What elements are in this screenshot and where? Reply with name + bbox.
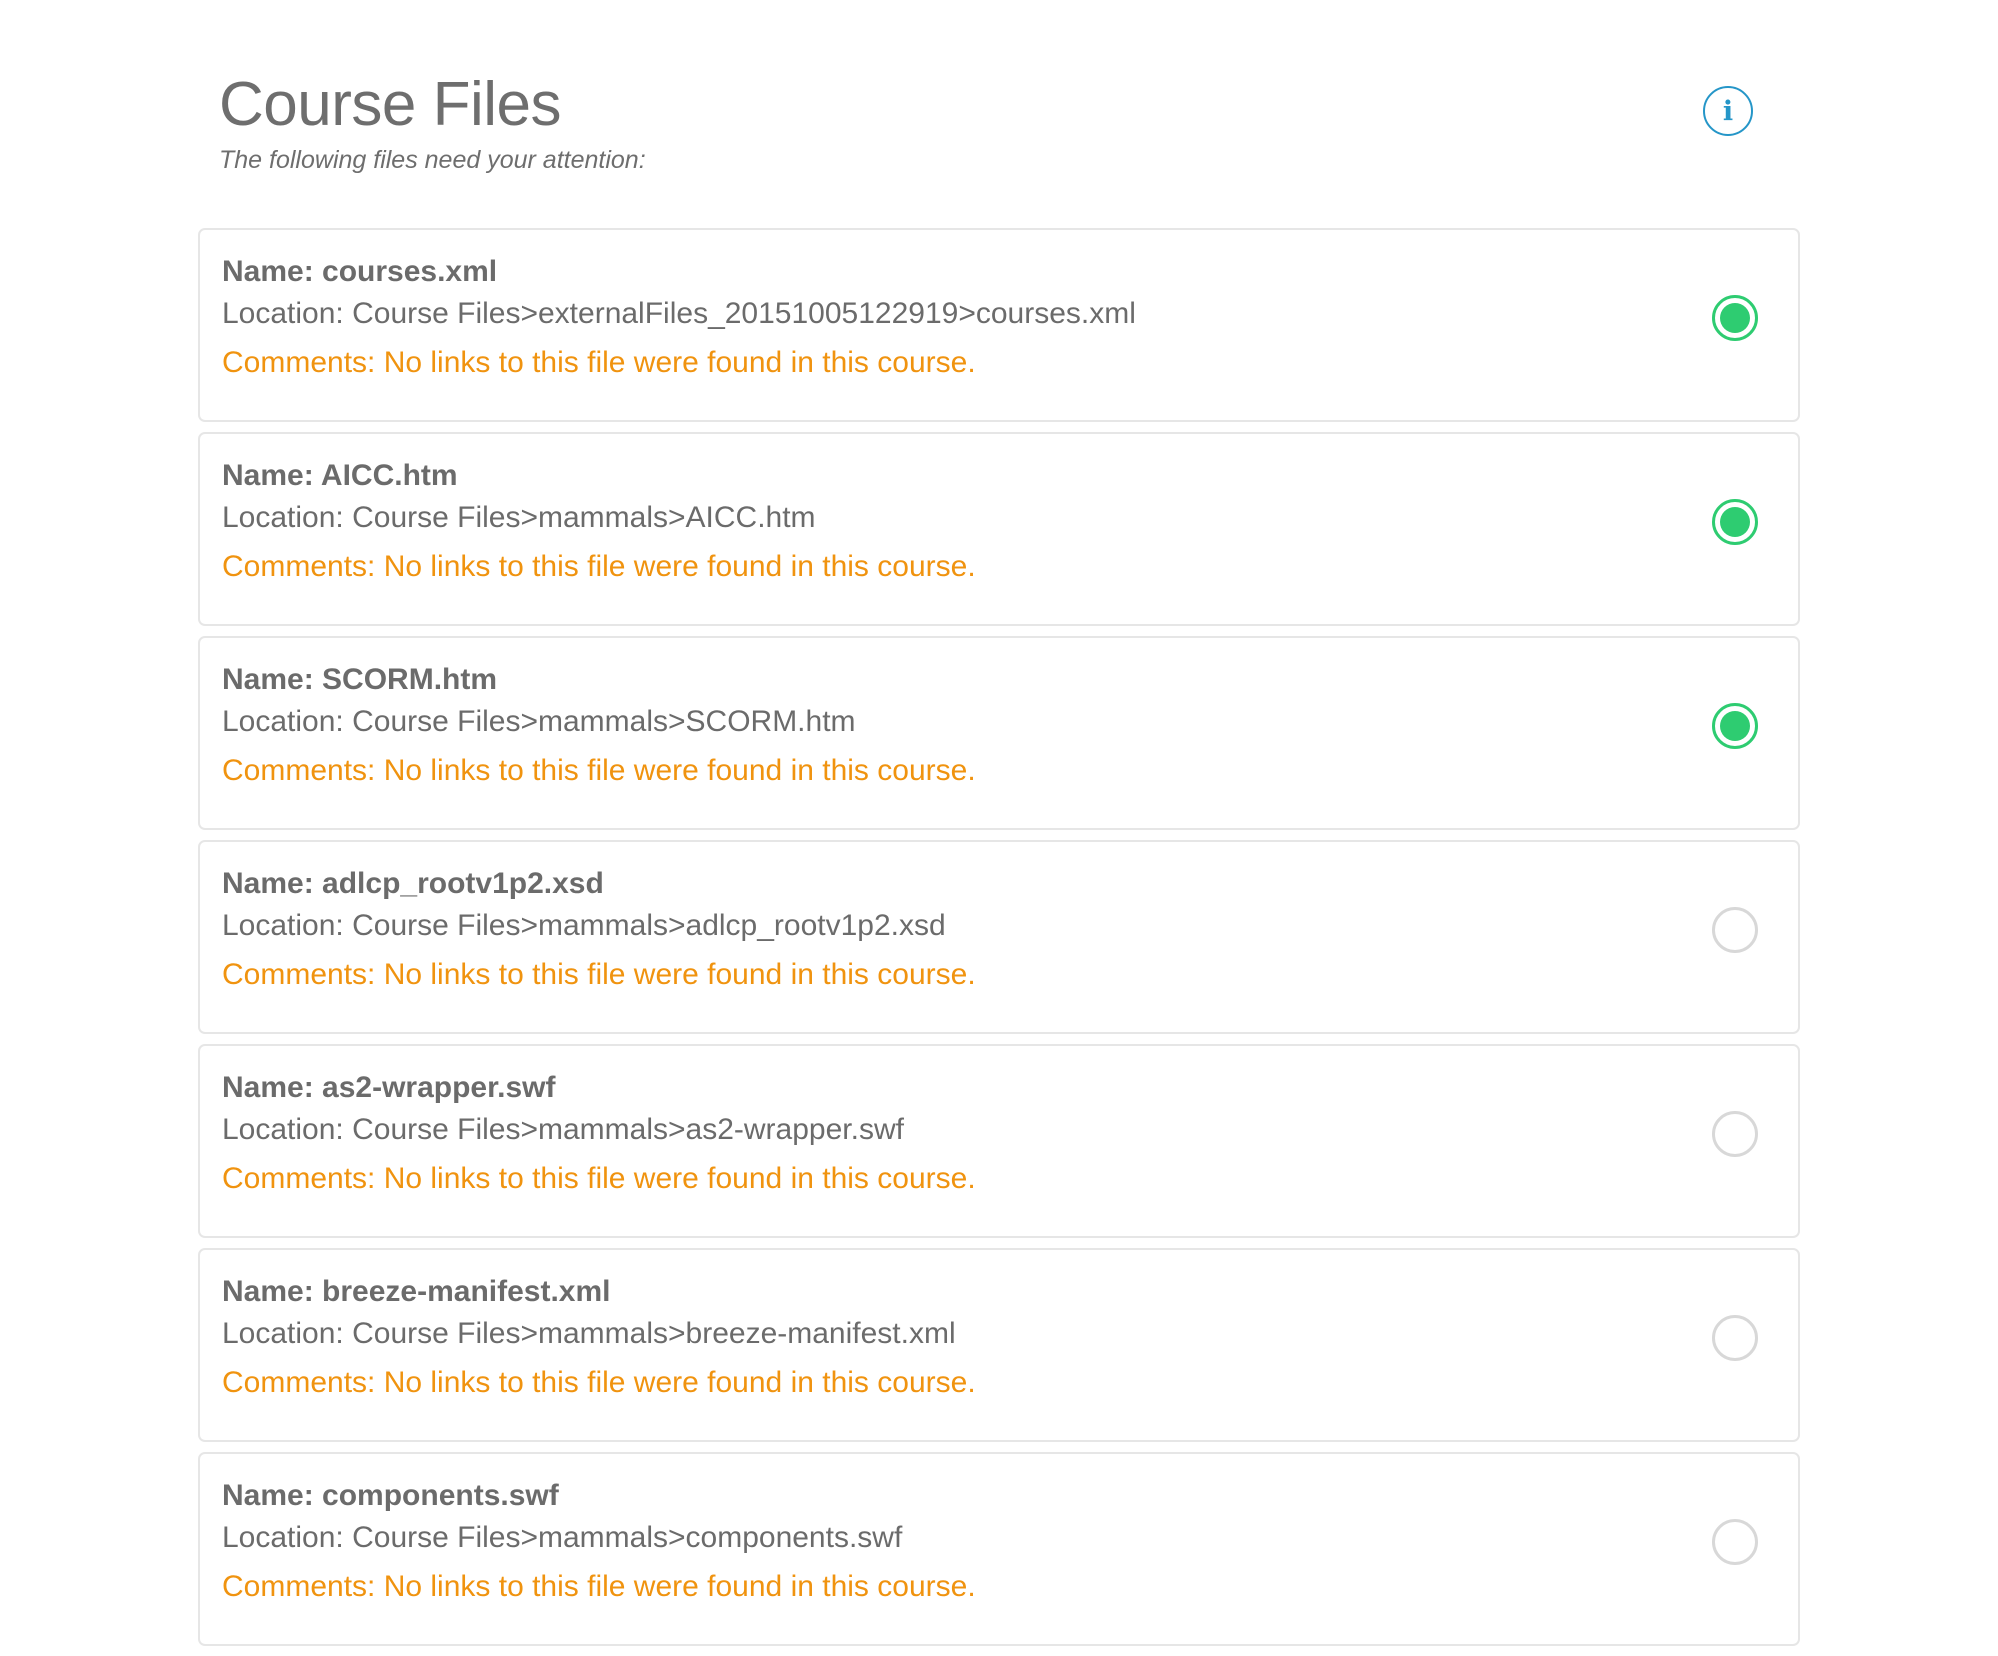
info-button[interactable]: i <box>1703 86 1753 136</box>
select-radio[interactable] <box>1712 1111 1758 1157</box>
select-radio[interactable] <box>1712 703 1758 749</box>
file-card[interactable]: Name: components.swf Location: Course Fi… <box>198 1452 1800 1646</box>
file-card[interactable]: Name: AICC.htm Location: Course Files>ma… <box>198 432 1800 626</box>
file-location: Location: Course Files>mammals>SCORM.htm <box>222 705 856 738</box>
file-name: Name: components.swf <box>222 1479 559 1512</box>
file-location: Location: Course Files>mammals>component… <box>222 1521 903 1554</box>
file-list: Name: courses.xml Location: Course Files… <box>198 228 1800 1656</box>
file-name: Name: AICC.htm <box>222 459 458 492</box>
select-radio[interactable] <box>1712 1315 1758 1361</box>
file-location: Location: Course Files>mammals>as2-wrapp… <box>222 1113 904 1146</box>
file-card[interactable]: Name: breeze-manifest.xml Location: Cour… <box>198 1248 1800 1442</box>
file-name: Name: adlcp_rootv1p2.xsd <box>222 867 604 900</box>
select-radio[interactable] <box>1712 499 1758 545</box>
file-card[interactable]: Name: adlcp_rootv1p2.xsd Location: Cours… <box>198 840 1800 1034</box>
file-location: Location: Course Files>mammals>adlcp_roo… <box>222 909 946 942</box>
file-name: Name: SCORM.htm <box>222 663 498 696</box>
file-comments: Comments: No links to this file were fou… <box>222 1366 976 1399</box>
file-name: Name: as2-wrapper.swf <box>222 1071 556 1104</box>
file-comments: Comments: No links to this file were fou… <box>222 754 976 787</box>
file-location: Location: Course Files>mammals>breeze-ma… <box>222 1317 956 1350</box>
file-comments: Comments: No links to this file were fou… <box>222 550 976 583</box>
file-location: Location: Course Files>externalFiles_201… <box>222 297 1136 330</box>
page-title: Course Files <box>219 70 561 139</box>
file-location: Location: Course Files>mammals>AICC.htm <box>222 501 816 534</box>
page-header: Course Files The following files need yo… <box>219 68 646 175</box>
file-comments: Comments: No links to this file were fou… <box>222 1570 976 1603</box>
file-name: Name: breeze-manifest.xml <box>222 1275 611 1308</box>
file-card[interactable]: Name: SCORM.htm Location: Course Files>m… <box>198 636 1800 830</box>
select-radio[interactable] <box>1712 907 1758 953</box>
page-subtitle: The following files need your attention: <box>219 146 646 174</box>
file-name: Name: courses.xml <box>222 255 498 288</box>
select-radio[interactable] <box>1712 295 1758 341</box>
info-icon: i <box>1722 95 1734 127</box>
file-comments: Comments: No links to this file were fou… <box>222 346 976 379</box>
file-comments: Comments: No links to this file were fou… <box>222 958 976 991</box>
file-comments: Comments: No links to this file were fou… <box>222 1162 976 1195</box>
file-card[interactable]: Name: courses.xml Location: Course Files… <box>198 228 1800 422</box>
file-card[interactable]: Name: as2-wrapper.swf Location: Course F… <box>198 1044 1800 1238</box>
select-radio[interactable] <box>1712 1519 1758 1565</box>
